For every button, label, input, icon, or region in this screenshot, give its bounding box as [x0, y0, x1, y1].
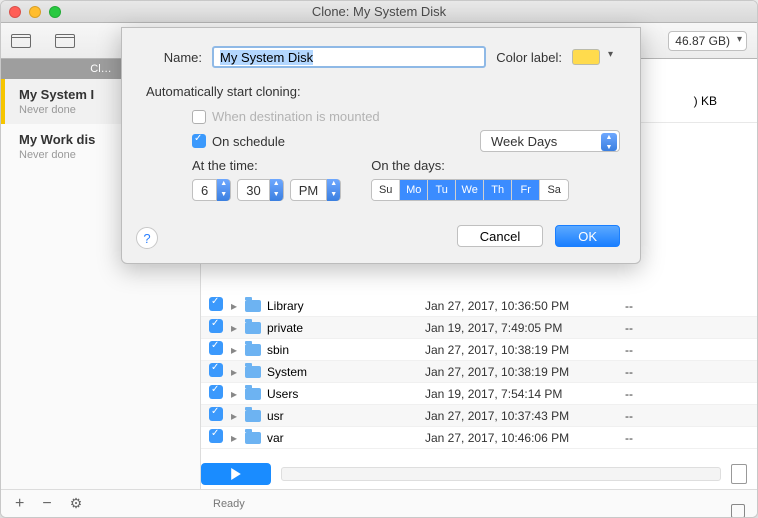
status-bar: + − ⚙ Ready	[1, 489, 757, 517]
remove-button[interactable]: −	[42, 495, 51, 513]
run-bar	[201, 459, 747, 489]
disclosure-triangle-icon[interactable]: ▸	[231, 387, 245, 401]
folder-icon	[245, 344, 261, 356]
table-row[interactable]: ▸ var Jan 27, 2017, 10:46:06 PM --	[201, 427, 757, 449]
folder-icon	[245, 366, 261, 378]
table-row[interactable]: ▸ usr Jan 27, 2017, 10:37:43 PM --	[201, 405, 757, 427]
day-th[interactable]: Th	[484, 180, 512, 200]
day-we[interactable]: We	[456, 180, 484, 200]
disclosure-triangle-icon[interactable]: ▸	[231, 409, 245, 423]
schedule-select[interactable]: Week Days ▲▼	[480, 130, 620, 152]
window-title: Clone: My System Disk	[1, 4, 757, 19]
titlebar: Clone: My System Disk	[1, 1, 757, 23]
table-row[interactable]: ▸ Library Jan 27, 2017, 10:36:50 PM --	[201, 295, 757, 317]
app-window: Clone: My System Disk 46.87 GB) Cl… My S…	[0, 0, 758, 518]
row-checkbox[interactable]	[209, 385, 223, 399]
folder-icon	[245, 432, 261, 444]
on-schedule-label: On schedule	[212, 134, 285, 149]
table-row[interactable]: ▸ sbin Jan 27, 2017, 10:38:19 PM --	[201, 339, 757, 361]
schedule-icon[interactable]	[731, 504, 745, 518]
table-row[interactable]: ▸ Users Jan 19, 2017, 7:54:14 PM --	[201, 383, 757, 405]
add-button[interactable]: +	[15, 495, 24, 513]
disclosure-triangle-icon[interactable]: ▸	[231, 365, 245, 379]
log-icon[interactable]	[731, 464, 747, 484]
color-swatch[interactable]	[572, 49, 600, 65]
minute-stepper[interactable]: 30▲▼	[237, 179, 283, 201]
day-segment[interactable]: SuMoTuWeThFrSa	[371, 179, 569, 201]
row-checkbox[interactable]	[209, 341, 223, 355]
toolbar-view-icon[interactable]	[55, 34, 75, 48]
when-mounted-label: When destination is mounted	[212, 109, 380, 124]
progress-bar	[281, 467, 721, 481]
folder-icon	[245, 410, 261, 422]
day-sa[interactable]: Sa	[540, 180, 568, 200]
on-schedule-checkbox[interactable]	[192, 134, 206, 148]
help-button[interactable]: ?	[136, 227, 158, 249]
row-checkbox[interactable]	[209, 429, 223, 443]
play-icon	[230, 468, 242, 480]
ampm-stepper[interactable]: PM▲▼	[290, 179, 342, 201]
row-checkbox[interactable]	[209, 407, 223, 421]
day-mo[interactable]: Mo	[400, 180, 428, 200]
name-input[interactable]	[212, 46, 486, 68]
clone-settings-sheet: Name: Color label: Automatically start c…	[121, 27, 641, 264]
folder-icon	[245, 300, 261, 312]
disclosure-triangle-icon[interactable]: ▸	[231, 343, 245, 357]
when-mounted-checkbox[interactable]	[192, 110, 206, 124]
row-checkbox[interactable]	[209, 319, 223, 333]
row-checkbox[interactable]	[209, 297, 223, 311]
day-su[interactable]: Su	[372, 180, 400, 200]
disclosure-triangle-icon[interactable]: ▸	[231, 299, 245, 313]
disclosure-triangle-icon[interactable]: ▸	[231, 431, 245, 445]
on-days-label: On the days:	[371, 158, 569, 173]
disk-select[interactable]: 46.87 GB)	[668, 31, 747, 51]
table-row[interactable]: ▸ System Jan 27, 2017, 10:38:19 PM --	[201, 361, 757, 383]
day-fr[interactable]: Fr	[512, 180, 540, 200]
ok-button[interactable]: OK	[555, 225, 620, 247]
day-tu[interactable]: Tu	[428, 180, 456, 200]
toolbar-view-icon[interactable]	[11, 34, 31, 48]
disclosure-triangle-icon[interactable]: ▸	[231, 321, 245, 335]
hour-stepper[interactable]: 6▲▼	[192, 179, 231, 201]
cancel-button[interactable]: Cancel	[457, 225, 543, 247]
gear-icon[interactable]: ⚙	[70, 495, 83, 512]
folder-icon	[245, 322, 261, 334]
at-time-label: At the time:	[192, 158, 341, 173]
status-text: Ready	[213, 498, 245, 510]
folder-icon	[245, 388, 261, 400]
row-checkbox[interactable]	[209, 363, 223, 377]
table-row[interactable]: ▸ private Jan 19, 2017, 7:49:05 PM --	[201, 317, 757, 339]
name-label: Name:	[142, 50, 202, 65]
auto-start-header: Automatically start cloning:	[146, 84, 620, 99]
play-button[interactable]	[201, 463, 271, 485]
color-label: Color label:	[496, 50, 562, 65]
